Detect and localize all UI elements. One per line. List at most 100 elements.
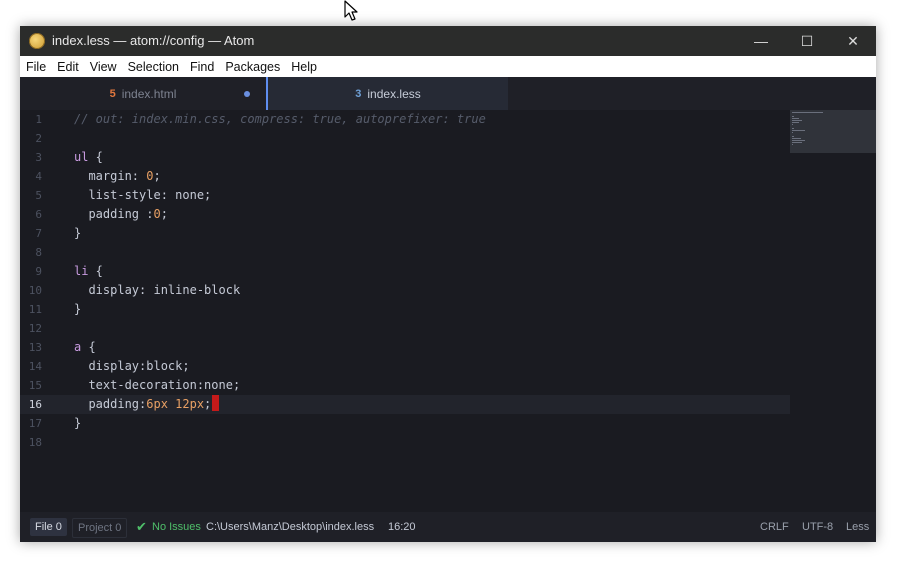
close-button[interactable]: ✕ bbox=[830, 26, 876, 56]
atom-window: index.less — atom://config — Atom — ☐ ✕ … bbox=[20, 26, 876, 542]
code-line[interactable]: margin: 0; bbox=[74, 167, 161, 186]
code-token: display:block; bbox=[74, 359, 190, 373]
menu-edit[interactable]: Edit bbox=[51, 60, 84, 74]
tab-bar: 5 index.html 3 index.less bbox=[20, 77, 876, 110]
minimap-line bbox=[792, 112, 824, 113]
title-bar[interactable]: index.less — atom://config — Atom — ☐ ✕ bbox=[20, 26, 876, 56]
status-bar: File 0 Project 0 ✔ No Issues C:\Users\Ma… bbox=[20, 512, 876, 542]
line-number: 5 bbox=[35, 189, 42, 202]
code-line[interactable]: } bbox=[74, 414, 81, 433]
status-file-tab[interactable]: File 0 bbox=[30, 518, 67, 536]
code-token: ; bbox=[204, 397, 212, 411]
minimap-line bbox=[792, 132, 793, 133]
minimap-line bbox=[792, 124, 793, 125]
minimap-line bbox=[792, 120, 803, 121]
minimap-line bbox=[792, 144, 793, 145]
line-number: 13 bbox=[28, 341, 42, 354]
line-number: 8 bbox=[35, 246, 42, 259]
code-line[interactable]: } bbox=[74, 224, 81, 243]
code-token: // out: index.min.css, compress: true, a… bbox=[74, 112, 486, 126]
line-number: 4 bbox=[35, 170, 42, 183]
code-token: margin: bbox=[74, 169, 147, 183]
code-line[interactable]: display:block; bbox=[74, 357, 190, 376]
code-line[interactable]: list-style: none; bbox=[74, 186, 211, 205]
code-token: } bbox=[74, 416, 82, 430]
line-number: 9 bbox=[35, 265, 42, 278]
code-line[interactable]: display: inline-block bbox=[74, 281, 240, 300]
menu-selection[interactable]: Selection bbox=[122, 60, 184, 74]
code-token: padding : bbox=[74, 207, 154, 221]
grammar-selector[interactable]: Less bbox=[846, 512, 869, 542]
file-path[interactable]: C:\Users\Manz\Desktop\index.less bbox=[206, 512, 374, 542]
minimap-line bbox=[792, 130, 805, 131]
minimap-line bbox=[792, 142, 803, 143]
code-token: text-decoration:none; bbox=[74, 378, 241, 392]
line-number-gutter[interactable]: 1 2 3 4 5 6 7 8 9 10 11 12 13 14 15 16 17 18 bbox=[20, 110, 62, 512]
minimize-button[interactable]: — bbox=[738, 26, 784, 56]
code-token: { bbox=[81, 340, 96, 354]
minimap-line bbox=[792, 116, 795, 117]
maximize-button[interactable]: ☐ bbox=[784, 26, 830, 56]
encoding-selector[interactable]: UTF-8 bbox=[802, 512, 833, 542]
minimap-line bbox=[792, 140, 805, 141]
menu-help[interactable]: Help bbox=[285, 60, 322, 74]
code-line[interactable]: padding :0; bbox=[74, 205, 168, 224]
code-token: ; bbox=[160, 207, 168, 221]
status-project-tab[interactable]: Project 0 bbox=[72, 518, 128, 538]
menu-packages[interactable]: Packages bbox=[219, 60, 285, 74]
minimap-line bbox=[792, 128, 795, 129]
tab-index-less[interactable]: 3 index.less bbox=[266, 77, 508, 110]
text-caret bbox=[212, 395, 220, 411]
minimap[interactable] bbox=[790, 110, 876, 153]
line-number: 10 bbox=[28, 284, 42, 297]
check-icon: ✔ bbox=[136, 519, 147, 534]
code-token: 0 bbox=[153, 207, 161, 221]
css3-icon: 3 bbox=[355, 87, 362, 100]
line-number: 1 bbox=[35, 113, 42, 126]
atom-app-icon bbox=[29, 33, 45, 49]
minimap-line bbox=[792, 122, 800, 123]
code-line[interactable]: a { bbox=[74, 338, 96, 357]
menu-view[interactable]: View bbox=[84, 60, 122, 74]
code-token: 6px 12px bbox=[146, 397, 205, 411]
line-number: 14 bbox=[28, 360, 42, 373]
menu-find[interactable]: Find bbox=[184, 60, 219, 74]
menu-file[interactable]: File bbox=[20, 60, 51, 74]
html5-icon: 5 bbox=[109, 87, 116, 100]
code-token: list-style: none; bbox=[74, 188, 212, 202]
code-token: } bbox=[74, 226, 82, 240]
cursor-position[interactable]: 16:20 bbox=[388, 512, 416, 542]
code-token: ; bbox=[153, 169, 161, 183]
code-line[interactable]: ul { bbox=[74, 148, 103, 167]
code-token: { bbox=[88, 150, 103, 164]
minimap-line bbox=[792, 136, 794, 137]
code-line[interactable]: // out: index.min.css, compress: true, a… bbox=[74, 110, 486, 129]
window-title: index.less — atom://config — Atom bbox=[52, 33, 255, 48]
line-ending-selector[interactable]: CRLF bbox=[760, 512, 789, 542]
line-number: 2 bbox=[35, 132, 42, 145]
tab-label: index.less bbox=[367, 86, 421, 101]
line-number: 7 bbox=[35, 227, 42, 240]
line-number: 15 bbox=[28, 379, 42, 392]
code-token: { bbox=[88, 264, 103, 278]
line-number: 11 bbox=[28, 303, 42, 316]
mouse-pointer-icon bbox=[344, 0, 358, 21]
line-number: 16 bbox=[28, 398, 42, 411]
code-line[interactable]: li { bbox=[74, 262, 103, 281]
code-line[interactable]: padding:6px 12px; bbox=[74, 395, 220, 414]
menu-bar: File Edit View Selection Find Packages H… bbox=[20, 56, 876, 77]
code-line[interactable]: text-decoration:none; bbox=[74, 376, 240, 395]
code-line[interactable]: } bbox=[74, 300, 81, 319]
tab-label: index.html bbox=[121, 86, 177, 101]
code-token: ul bbox=[74, 150, 89, 164]
line-number: 18 bbox=[28, 436, 42, 449]
linter-status[interactable]: No Issues bbox=[152, 512, 201, 542]
tab-index-html[interactable]: 5 index.html bbox=[20, 77, 266, 110]
modified-indicator bbox=[244, 91, 250, 97]
line-number: 6 bbox=[35, 208, 42, 221]
code-token: li bbox=[74, 264, 89, 278]
code-token: } bbox=[74, 302, 82, 316]
minimap-line bbox=[792, 118, 799, 119]
line-number: 12 bbox=[28, 322, 42, 335]
code-editor[interactable]: 1 2 3 4 5 6 7 8 9 10 11 12 13 14 15 16 17 18 // out: inde… bbox=[20, 110, 876, 512]
